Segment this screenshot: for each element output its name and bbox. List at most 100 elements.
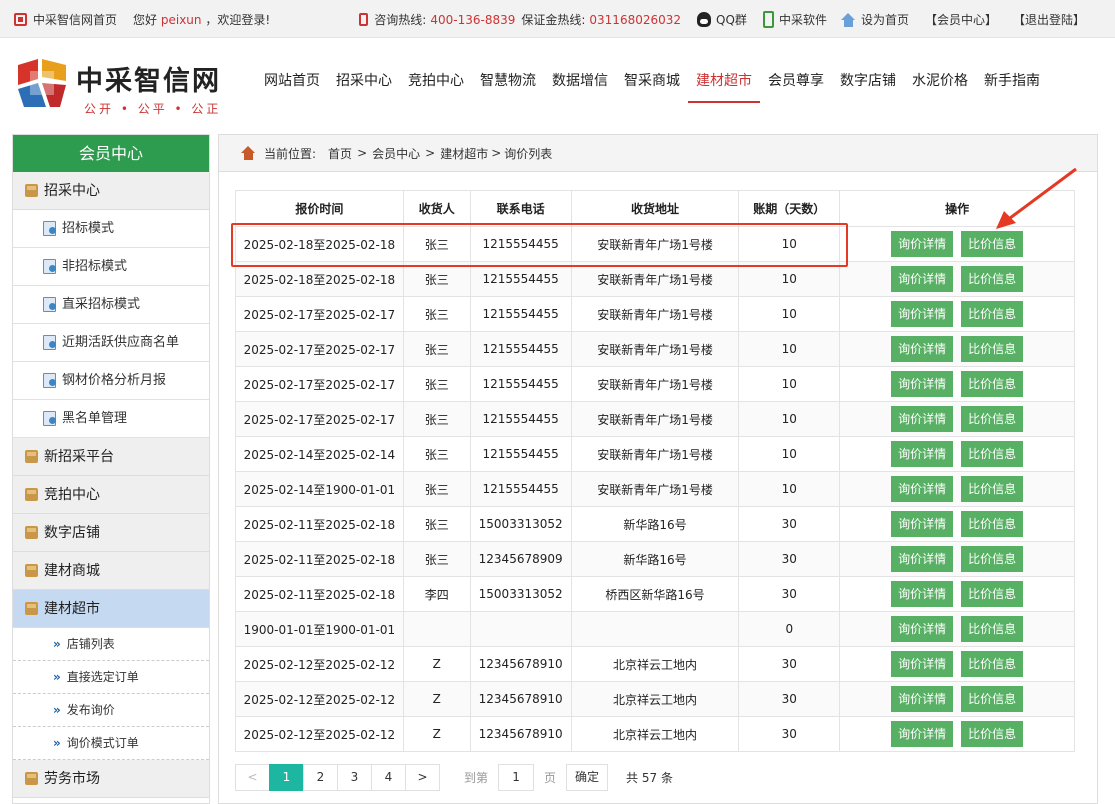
inquiry-detail-button[interactable]: 询价详情 bbox=[891, 686, 954, 712]
cell-receiver: 李四 bbox=[402, 576, 471, 612]
compare-price-button[interactable]: 比价信息 bbox=[961, 371, 1024, 397]
compare-price-button[interactable]: 比价信息 bbox=[961, 441, 1024, 467]
greeting: 您好 peixun ，欢迎登录! bbox=[133, 11, 270, 28]
sidebar-item-publish-inquiry[interactable]: » 发布询价 bbox=[13, 694, 209, 727]
compare-price-button[interactable]: 比价信息 bbox=[961, 686, 1024, 712]
compare-price-button[interactable]: 比价信息 bbox=[961, 511, 1024, 537]
sidebar-section-procurement[interactable]: 招采中心 bbox=[13, 172, 209, 210]
page-button-1[interactable]: 1 bbox=[269, 764, 304, 791]
site-home-link[interactable]: 中采智信网首页 bbox=[33, 11, 117, 28]
cell-payment-term: 30 bbox=[738, 646, 841, 682]
inquiry-detail-button[interactable]: 询价详情 bbox=[891, 546, 954, 572]
prev-page-button[interactable]: < bbox=[235, 764, 270, 791]
nav-item-logistics[interactable]: 智慧物流 bbox=[472, 67, 544, 103]
cell-phone: 1215554455 bbox=[469, 436, 572, 472]
sidebar-item-inquiry-orders[interactable]: » 询价模式订单 bbox=[13, 727, 209, 760]
compare-price-button[interactable]: 比价信息 bbox=[961, 616, 1024, 642]
sidebar-item-blacklist[interactable]: 黑名单管理 bbox=[13, 400, 209, 438]
inquiry-detail-button[interactable]: 询价详情 bbox=[891, 301, 954, 327]
cell-actions: 询价详情 比价信息 bbox=[839, 331, 1075, 367]
inquiry-detail-button[interactable]: 询价详情 bbox=[891, 266, 954, 292]
cube-icon bbox=[25, 526, 38, 539]
inquiry-detail-button[interactable]: 询价详情 bbox=[891, 721, 954, 747]
sidebar-section-building-market[interactable]: 建材超市 bbox=[13, 590, 209, 628]
page-button-4[interactable]: 4 bbox=[371, 764, 406, 791]
sidebar-section-digital-shop[interactable]: 数字店铺 bbox=[13, 514, 209, 552]
compare-price-button[interactable]: 比价信息 bbox=[961, 721, 1024, 747]
set-homepage-link[interactable]: 设为首页 bbox=[861, 11, 909, 28]
cube-icon bbox=[25, 772, 38, 785]
inquiry-detail-button[interactable]: 询价详情 bbox=[891, 511, 954, 537]
sidebar-section-building-mall[interactable]: 建材商城 bbox=[13, 552, 209, 590]
nav-item-cement-price[interactable]: 水泥价格 bbox=[904, 67, 976, 103]
compare-price-button[interactable]: 比价信息 bbox=[961, 266, 1024, 292]
username[interactable]: peixun bbox=[161, 13, 202, 27]
inquiry-detail-button[interactable]: 询价详情 bbox=[891, 651, 954, 677]
cell-receiver: 张三 bbox=[402, 401, 471, 437]
sidebar-item-active-suppliers[interactable]: 近期活跃供应商名单 bbox=[13, 324, 209, 362]
sidebar-section-auction[interactable]: 竞拍中心 bbox=[13, 476, 209, 514]
logo-icon[interactable] bbox=[16, 57, 68, 109]
next-page-button[interactable]: > bbox=[405, 764, 440, 791]
logo-title[interactable]: 中采智信网 bbox=[76, 59, 221, 98]
page-button-2[interactable]: 2 bbox=[303, 764, 338, 791]
qq-icon[interactable] bbox=[697, 12, 712, 27]
logout-link[interactable]: 【退出登陆】 bbox=[1013, 11, 1085, 28]
sidebar-item-steel-report[interactable]: 钢材价格分析月报 bbox=[13, 362, 209, 400]
goto-confirm-button[interactable]: 确定 bbox=[566, 764, 609, 791]
sidebar-item-direct-order[interactable]: » 直接选定订单 bbox=[13, 661, 209, 694]
inquiry-detail-button[interactable]: 询价详情 bbox=[891, 371, 954, 397]
software-link[interactable]: 中采软件 bbox=[779, 11, 827, 28]
nav-item-building-market[interactable]: 建材超市 bbox=[688, 67, 760, 103]
compare-price-button[interactable]: 比价信息 bbox=[961, 231, 1024, 257]
inquiry-detail-button[interactable]: 询价详情 bbox=[891, 441, 954, 467]
cell-quote-time: 2025-02-12至2025-02-12 bbox=[235, 681, 404, 717]
breadcrumb-building-market[interactable]: 建材超市 bbox=[440, 145, 488, 162]
compare-price-button[interactable]: 比价信息 bbox=[961, 546, 1024, 572]
inquiry-detail-button[interactable]: 询价详情 bbox=[891, 336, 954, 362]
table-row: 2025-02-12至2025-02-12 Z 12345678910 北京祥云工地内… bbox=[235, 716, 1075, 752]
cell-actions: 询价详情 比价信息 bbox=[839, 436, 1075, 472]
compare-price-button[interactable]: 比价信息 bbox=[961, 406, 1024, 432]
compare-price-button[interactable]: 比价信息 bbox=[961, 581, 1024, 607]
sidebar-item-bidding[interactable]: 招标模式 bbox=[13, 210, 209, 248]
pagination: < 1 2 3 4 > 到第 1 页 确定 共 57 条 bbox=[235, 764, 673, 791]
nav-item-auction[interactable]: 竞拍中心 bbox=[400, 67, 472, 103]
nav-item-beginner-guide[interactable]: 新手指南 bbox=[976, 67, 1048, 103]
nav-item-home[interactable]: 网站首页 bbox=[256, 67, 328, 103]
house-icon[interactable] bbox=[840, 12, 856, 27]
mobile-icon[interactable] bbox=[762, 11, 774, 28]
nav-item-procurement[interactable]: 招采中心 bbox=[328, 67, 400, 103]
cell-quote-time: 2025-02-12至2025-02-12 bbox=[235, 716, 404, 752]
cell-payment-term: 0 bbox=[738, 611, 841, 647]
inquiry-detail-button[interactable]: 询价详情 bbox=[891, 616, 954, 642]
compare-price-button[interactable]: 比价信息 bbox=[961, 301, 1024, 327]
goto-page-input[interactable]: 1 bbox=[498, 764, 535, 791]
cell-actions: 询价详情 比价信息 bbox=[839, 716, 1075, 752]
member-center-link[interactable]: 【会员中心】 bbox=[925, 11, 997, 28]
sidebar-item-non-bidding[interactable]: 非招标模式 bbox=[13, 248, 209, 286]
compare-price-button[interactable]: 比价信息 bbox=[961, 336, 1024, 362]
nav-item-smart-mall[interactable]: 智采商城 bbox=[616, 67, 688, 103]
inquiry-detail-button[interactable]: 询价详情 bbox=[891, 581, 954, 607]
page-button-3[interactable]: 3 bbox=[337, 764, 372, 791]
cell-phone: 12345678910 bbox=[469, 716, 572, 752]
nav-item-digital-shop[interactable]: 数字店铺 bbox=[832, 67, 904, 103]
breadcrumb-home[interactable]: 首页 bbox=[328, 145, 352, 162]
compare-price-button[interactable]: 比价信息 bbox=[961, 476, 1024, 502]
inquiry-detail-button[interactable]: 询价详情 bbox=[891, 476, 954, 502]
sidebar-section-labor-market[interactable]: 劳务市场 bbox=[13, 760, 209, 798]
sidebar-item-shop-list[interactable]: » 店铺列表 bbox=[13, 628, 209, 661]
breadcrumb-member-center[interactable]: 会员中心 bbox=[372, 145, 420, 162]
cell-quote-time: 2025-02-17至2025-02-17 bbox=[235, 331, 404, 367]
nav-item-member-vip[interactable]: 会员尊享 bbox=[760, 67, 832, 103]
nav-item-data-credit[interactable]: 数据增信 bbox=[544, 67, 616, 103]
table-row: 2025-02-17至2025-02-17 张三 1215554455 安联新青年广场… bbox=[235, 401, 1075, 437]
compare-price-button[interactable]: 比价信息 bbox=[961, 651, 1024, 677]
cell-receiver: Z bbox=[402, 681, 471, 717]
sidebar-section-new-platform[interactable]: 新招采平台 bbox=[13, 438, 209, 476]
sidebar-item-direct-bidding[interactable]: 直采招标模式 bbox=[13, 286, 209, 324]
qq-group-link[interactable]: QQ群 bbox=[716, 11, 747, 28]
inquiry-detail-button[interactable]: 询价详情 bbox=[891, 231, 954, 257]
inquiry-detail-button[interactable]: 询价详情 bbox=[891, 406, 954, 432]
